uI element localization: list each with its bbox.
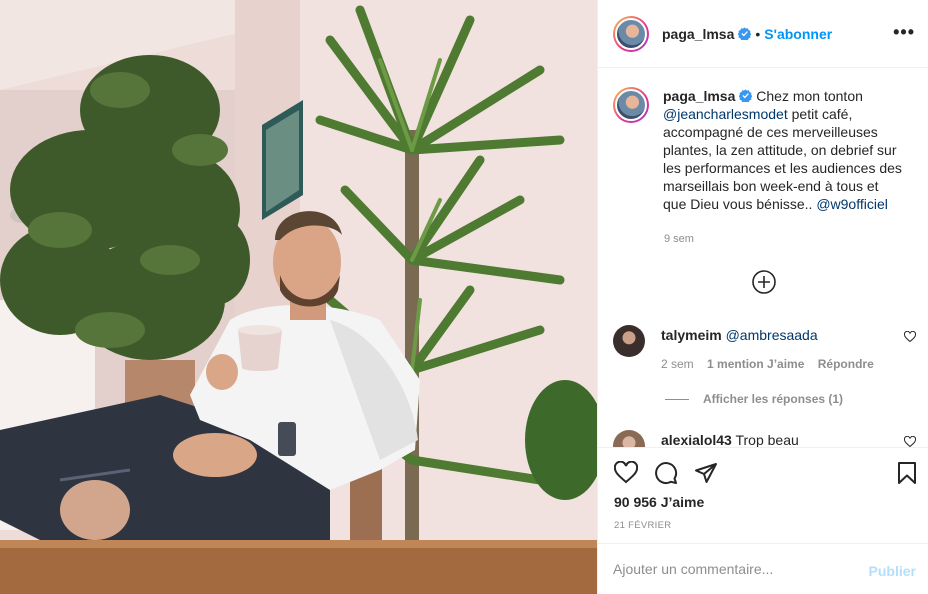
- caption-mention[interactable]: @w9officiel: [816, 196, 888, 212]
- comment-likes[interactable]: 1 mention J’aime: [707, 357, 804, 371]
- post-header: paga_lmsa • S'abonner •••: [598, 0, 928, 68]
- caption-text: paga_lmsa Chez mon tonton @jeancharlesmo…: [663, 87, 903, 213]
- post-caption: paga_lmsa Chez mon tonton @jeancharlesmo…: [613, 87, 913, 213]
- post-photo[interactable]: [0, 0, 597, 594]
- post-date[interactable]: 21 FÉVRIER: [614, 520, 671, 531]
- heart-icon[interactable]: [904, 331, 916, 343]
- commenter-username[interactable]: alexialol43: [661, 432, 732, 447]
- load-more-icon[interactable]: [751, 269, 777, 295]
- post-actions: 90 956 J’aime 21 FÉVRIER: [598, 447, 928, 543]
- verified-icon: [738, 27, 752, 40]
- caption-avatar[interactable]: [613, 87, 649, 123]
- comment-item: talymeim @ambresaada 2 sem 1 mention J’a…: [613, 325, 916, 371]
- author-username[interactable]: paga_lmsa: [662, 26, 734, 42]
- bookmark-icon[interactable]: [895, 461, 919, 485]
- comment-text[interactable]: @ambresaada: [726, 327, 818, 343]
- separator-dot: •: [755, 25, 761, 42]
- share-icon[interactable]: [694, 461, 718, 485]
- likes-count[interactable]: 90 956 J’aime: [614, 494, 704, 510]
- comment-meta: 2 sem 1 mention J’aime Répondre: [661, 357, 884, 371]
- comment-input[interactable]: [613, 557, 853, 581]
- comment-time[interactable]: 2 sem: [661, 357, 694, 371]
- heart-icon[interactable]: [614, 461, 638, 485]
- comments-section[interactable]: paga_lmsa Chez mon tonton @jeancharlesmo…: [598, 69, 928, 447]
- verified-icon: [739, 89, 753, 102]
- follow-button[interactable]: S'abonner: [764, 26, 832, 42]
- instagram-post-modal: paga_lmsa • S'abonner ••• paga_lmsa Chez…: [0, 0, 928, 594]
- comment-icon[interactable]: [654, 461, 678, 485]
- post-image: [0, 0, 597, 594]
- view-replies-button[interactable]: Afficher les réponses (1): [665, 392, 843, 406]
- commenter-username[interactable]: talymeim: [661, 327, 722, 343]
- heart-icon[interactable]: [904, 436, 916, 447]
- caption-timestamp[interactable]: 9 sem: [664, 233, 694, 245]
- more-options-icon[interactable]: •••: [893, 23, 915, 41]
- author-avatar[interactable]: [613, 15, 649, 52]
- reply-button[interactable]: Répondre: [818, 357, 874, 371]
- commenter-avatar[interactable]: [613, 325, 645, 357]
- publish-button[interactable]: Publier: [869, 563, 916, 579]
- comment-text: Trop beau: [735, 432, 799, 447]
- comment-item: alexialol43 Trop beau: [613, 430, 916, 447]
- caption-username[interactable]: paga_lmsa: [663, 88, 735, 104]
- caption-mention[interactable]: @jeancharlesmodet: [663, 106, 788, 122]
- caption-part: Chez mon tonton: [752, 88, 863, 104]
- replies-divider: [665, 398, 689, 400]
- post-side-panel: paga_lmsa • S'abonner ••• paga_lmsa Chez…: [597, 0, 928, 594]
- add-comment-form: Publier: [598, 543, 928, 594]
- view-replies-label: Afficher les réponses (1): [703, 392, 844, 406]
- commenter-avatar[interactable]: [613, 430, 645, 447]
